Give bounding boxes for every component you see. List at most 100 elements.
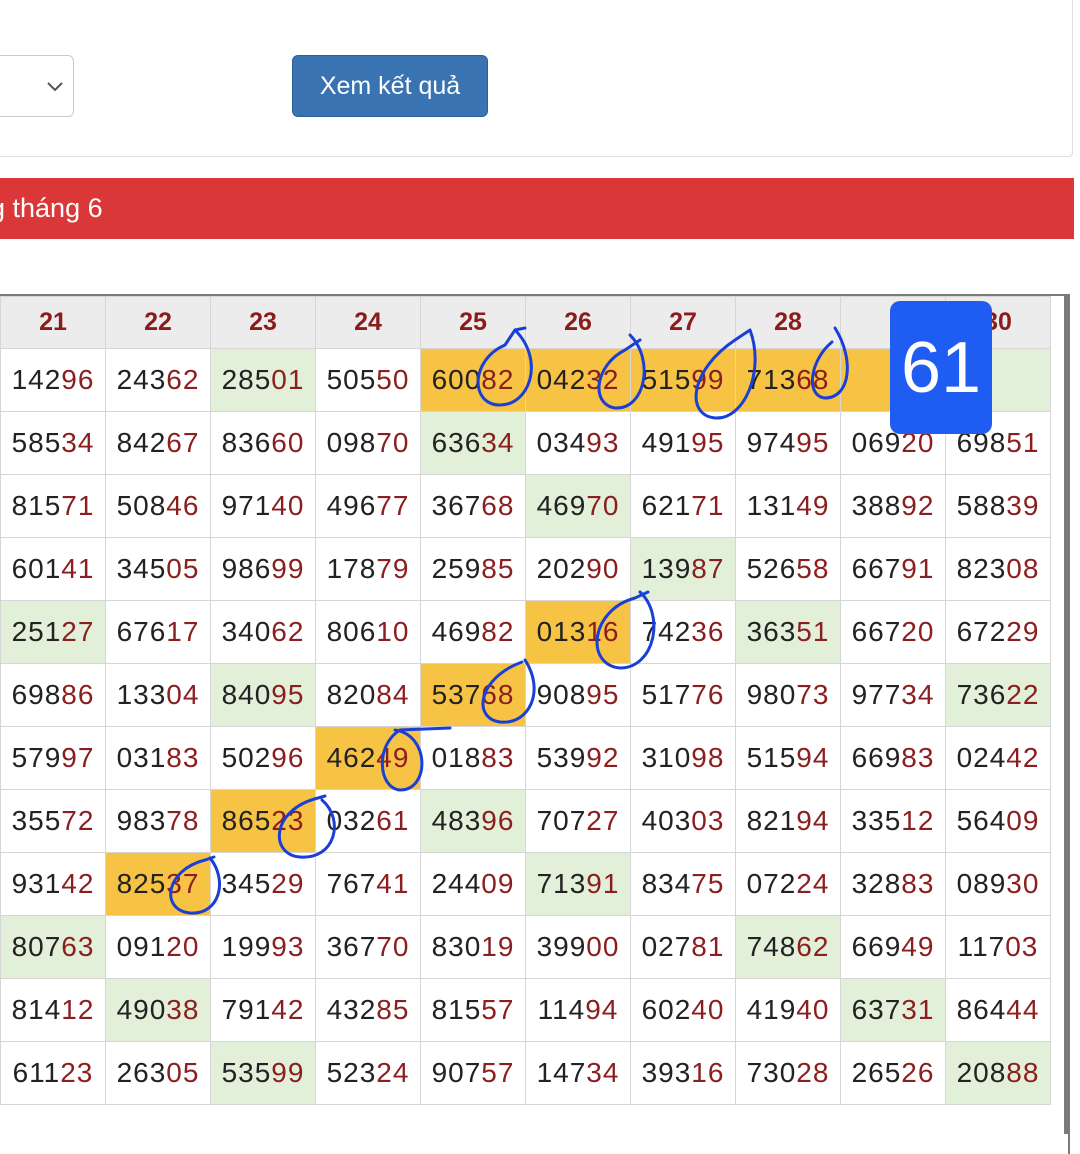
result-head-digits: 462 (326, 742, 377, 773)
result-head-digits: 089 (956, 868, 1007, 899)
date-select[interactable] (0, 55, 74, 117)
result-cell: 40303 (630, 789, 736, 853)
result-tail-digits: 03 (1005, 931, 1039, 962)
result-cell: 66983 (840, 726, 946, 790)
result-head-digits: 098 (326, 427, 377, 458)
result-cell: 13149 (735, 474, 841, 538)
result-cell: 90895 (525, 663, 631, 727)
result-tail-digits: 83 (481, 742, 515, 773)
result-cell: 90757 (420, 1041, 526, 1105)
result-cell: 03261 (315, 789, 421, 853)
result-cell: 08930 (945, 852, 1051, 916)
result-head-digits: 713 (746, 364, 797, 395)
result-head-digits: 698 (11, 679, 62, 710)
result-head-digits: 815 (431, 994, 482, 1025)
filter-panel (0, 0, 1073, 157)
result-tail-digits: 85 (481, 553, 515, 584)
result-cell: 50296 (210, 726, 316, 790)
result-tail-digits: 93 (271, 931, 305, 962)
result-head-digits: 340 (221, 616, 272, 647)
result-head-digits: 013 (536, 616, 587, 647)
result-tail-digits: 95 (586, 679, 620, 710)
result-tail-digits: 71 (61, 490, 95, 521)
table-row: 69886 13304 84095 82084 53768 90895 51776 98073… (0, 663, 1051, 727)
result-tail-digits: 09 (1006, 805, 1040, 836)
result-cell: 46249 (315, 726, 421, 790)
result-tail-digits: 49 (901, 931, 935, 962)
result-head-digits: 496 (326, 490, 377, 521)
result-cell: 20888 (945, 1041, 1051, 1105)
result-tail-digits: 83 (901, 742, 935, 773)
result-cell: 63731 (840, 978, 946, 1042)
table-row: 25127 67617 34062 80610 46982 01316 74236 36351… (0, 600, 1051, 664)
result-tail-digits: 97 (61, 742, 95, 773)
result-head-digits: 502 (221, 742, 272, 773)
result-tail-digits: 10 (376, 616, 410, 647)
result-tail-digits: 49 (796, 490, 830, 521)
result-tail-digits: 82 (481, 616, 515, 647)
result-tail-digits: 00 (586, 931, 620, 962)
result-head-digits: 114 (537, 994, 586, 1025)
column-header: 26 (525, 296, 631, 349)
result-cell: 41940 (735, 978, 841, 1042)
result-cell: 26526 (840, 1041, 946, 1105)
result-tail-digits: 91 (901, 553, 935, 584)
result-head-digits: 469 (431, 616, 482, 647)
result-head-digits: 031 (116, 742, 167, 773)
result-tail-digits: 70 (376, 427, 410, 458)
result-head-digits: 363 (746, 616, 797, 647)
result-cell: 35572 (0, 789, 106, 853)
result-cell: 67617 (105, 600, 211, 664)
result-tail-digits: 75 (691, 868, 725, 899)
result-head-digits: 490 (116, 994, 167, 1025)
result-tail-digits: 41 (376, 868, 410, 899)
result-head-digits: 840 (221, 679, 272, 710)
result-cell: 49038 (105, 978, 211, 1042)
result-head-digits: 830 (431, 931, 482, 962)
result-head-digits: 748 (746, 931, 797, 962)
result-cell: 83660 (210, 411, 316, 475)
result-tail-digits: 62 (796, 931, 830, 962)
column-header: 22 (105, 296, 211, 349)
result-tail-digits: 41 (61, 553, 95, 584)
table-row: 57997 03183 50296 46249 01883 53992 31098 51594… (0, 726, 1051, 790)
result-head-digits: 983 (116, 805, 167, 836)
result-head-digits: 328 (851, 868, 902, 899)
result-head-digits: 908 (536, 679, 587, 710)
result-cell: 63634 (420, 411, 526, 475)
result-head-digits: 345 (116, 553, 167, 584)
result-cell: 51599 (630, 348, 736, 412)
chevron-down-icon (47, 82, 63, 92)
result-tail-digits: 95 (271, 679, 305, 710)
result-tail-digits: 05 (166, 1057, 200, 1088)
result-cell: 53768 (420, 663, 526, 727)
result-head-digits: 736 (956, 679, 1007, 710)
result-head-digits: 807 (11, 931, 62, 962)
result-tail-digits: 83 (166, 742, 200, 773)
view-results-button[interactable]: Xem kết quả (292, 55, 488, 117)
result-cell: 58839 (945, 474, 1051, 538)
result-head-digits: 072 (746, 868, 797, 899)
result-tail-digits: 49 (376, 742, 410, 773)
result-tail-digits: 68 (481, 679, 515, 710)
grid-right-border (1064, 294, 1068, 1134)
result-tail-digits: 22 (1006, 679, 1040, 710)
result-cell: 24409 (420, 852, 526, 916)
result-head-digits: 820 (326, 679, 377, 710)
result-head-digits: 133 (116, 679, 167, 710)
result-head-digits: 600 (431, 364, 482, 395)
result-cell: 01883 (420, 726, 526, 790)
result-tail-digits: 32 (586, 364, 620, 395)
result-tail-digits: 99 (691, 364, 725, 395)
result-cell: 32883 (840, 852, 946, 916)
result-cell: 13304 (105, 663, 211, 727)
result-tail-digits: 83 (901, 868, 935, 899)
result-tail-digits: 29 (1006, 616, 1040, 647)
result-head-digits: 823 (956, 553, 1007, 584)
result-head-digits: 579 (11, 742, 62, 773)
banner-title: g tháng 6 (0, 193, 103, 223)
result-tail-digits: 99 (271, 1057, 305, 1088)
result-head-digits: 742 (641, 616, 692, 647)
result-cell: 58534 (0, 411, 106, 475)
result-head-digits: 864 (956, 994, 1007, 1025)
